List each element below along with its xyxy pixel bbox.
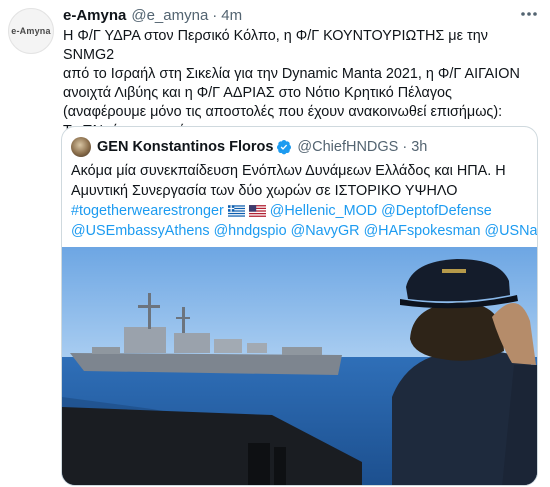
tweet[interactable]: e-Amyna e-Amyna @e_amyna · 4m Η Φ/Γ ΥΔΡΑ… bbox=[0, 0, 550, 487]
quoted-text-line: #togetherwearestronger @Hellenic_MOD @De… bbox=[71, 201, 531, 221]
tweet-timestamp[interactable]: 4m bbox=[221, 7, 242, 24]
header-separator: · bbox=[212, 6, 218, 24]
greece-flag-icon bbox=[227, 205, 245, 217]
quoted-tweet-image[interactable] bbox=[62, 247, 537, 485]
quoted-tweet-card[interactable]: GEN Konstantinos Floros @ChiefHNDGS · 3h… bbox=[61, 126, 538, 486]
mention-links[interactable]: @USEmbassyAthens @hndgspio @NavyGR @HAFs… bbox=[71, 221, 537, 241]
quoted-author-handle[interactable]: @ChiefHNDGS bbox=[297, 139, 398, 155]
quoted-text-line: Αμυντική Συνεργασία των δύο χωρών σε ΙΣΤ… bbox=[71, 183, 458, 199]
author-handle[interactable]: @e_amyna bbox=[131, 7, 208, 24]
more-options-icon[interactable] bbox=[518, 5, 540, 23]
quoted-tweet-header: GEN Konstantinos Floros @ChiefHNDGS · 3h bbox=[71, 137, 427, 157]
avatar-logo-text: e-Amyna bbox=[11, 26, 51, 36]
verified-badge-icon bbox=[276, 139, 292, 155]
tweet-text: Η Φ/Γ ΥΔΡΑ στον Περσικό Κόλπο, η Φ/Γ ΚΟΥ… bbox=[63, 28, 520, 139]
author-name[interactable]: e-Amyna bbox=[63, 7, 126, 24]
quoted-header-separator: · bbox=[402, 139, 408, 155]
warship-photo bbox=[62, 247, 537, 485]
author-avatar[interactable]: e-Amyna bbox=[8, 8, 54, 54]
quoted-tweet-timestamp[interactable]: 3h bbox=[411, 139, 427, 155]
usa-flag-icon bbox=[248, 205, 266, 217]
quoted-author-name[interactable]: GEN Konstantinos Floros bbox=[97, 139, 273, 155]
quoted-text-line: Ακόμα μία συνεκπαίδευση Ενόπλων Δυνάμεων… bbox=[71, 163, 506, 179]
quoted-tweet-text: Ακόμα μία συνεκπαίδευση Ενόπλων Δυνάμεων… bbox=[71, 161, 537, 241]
mention-links[interactable]: @Hellenic_MOD @DeptofDefense bbox=[270, 203, 492, 219]
quoted-author-avatar[interactable] bbox=[71, 137, 91, 157]
hashtag-link[interactable]: #togetherwearestronger bbox=[71, 203, 224, 219]
tweet-header: e-Amyna @e_amyna · 4m bbox=[63, 5, 510, 25]
